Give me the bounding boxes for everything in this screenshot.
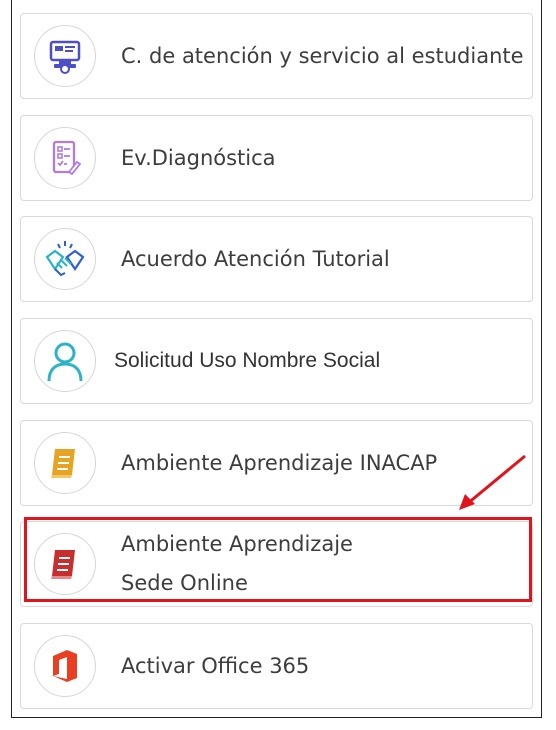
annotation-arrow-icon <box>459 454 526 510</box>
student-service-icon <box>34 25 96 87</box>
checklist-icon <box>34 127 96 189</box>
menu-item-label: Activar Office 365 <box>121 654 310 678</box>
office-icon <box>34 635 96 697</box>
menu-item-label: Solicitud Uso Nombre Social <box>114 349 381 372</box>
menu-item-label: Ambiente Aprendizaje Sede Online <box>121 522 353 606</box>
menu-item-student-service[interactable]: C. de atención y servicio al estudiante <box>20 13 533 99</box>
menu-item-label: Ambiente Aprendizaje INACAP <box>121 451 438 475</box>
user-icon <box>34 330 96 392</box>
book-red-icon <box>34 533 96 595</box>
menu-item-ambiente-online[interactable]: Ambiente Aprendizaje Sede Online <box>20 521 533 607</box>
book-yellow-icon <box>34 432 96 494</box>
menu-item-nombre-social[interactable]: Solicitud Uso Nombre Social <box>20 318 533 404</box>
menu-item-label: Ev.Diagnóstica <box>121 146 276 170</box>
menu-item-office-365[interactable]: Activar Office 365 <box>20 623 533 709</box>
menu-item-label: Acuerdo Atención Tutorial <box>121 247 390 271</box>
handshake-icon <box>34 228 96 290</box>
label-line-2: Sede Online <box>121 571 248 595</box>
label-line-1: Ambiente Aprendizaje <box>121 532 353 556</box>
menu-item-ev-diagnostica[interactable]: Ev.Diagnóstica <box>20 115 533 201</box>
menu-item-acuerdo-tutorial[interactable]: Acuerdo Atención Tutorial <box>20 216 533 302</box>
menu-item-label: C. de atención y servicio al estudiante <box>121 44 524 68</box>
